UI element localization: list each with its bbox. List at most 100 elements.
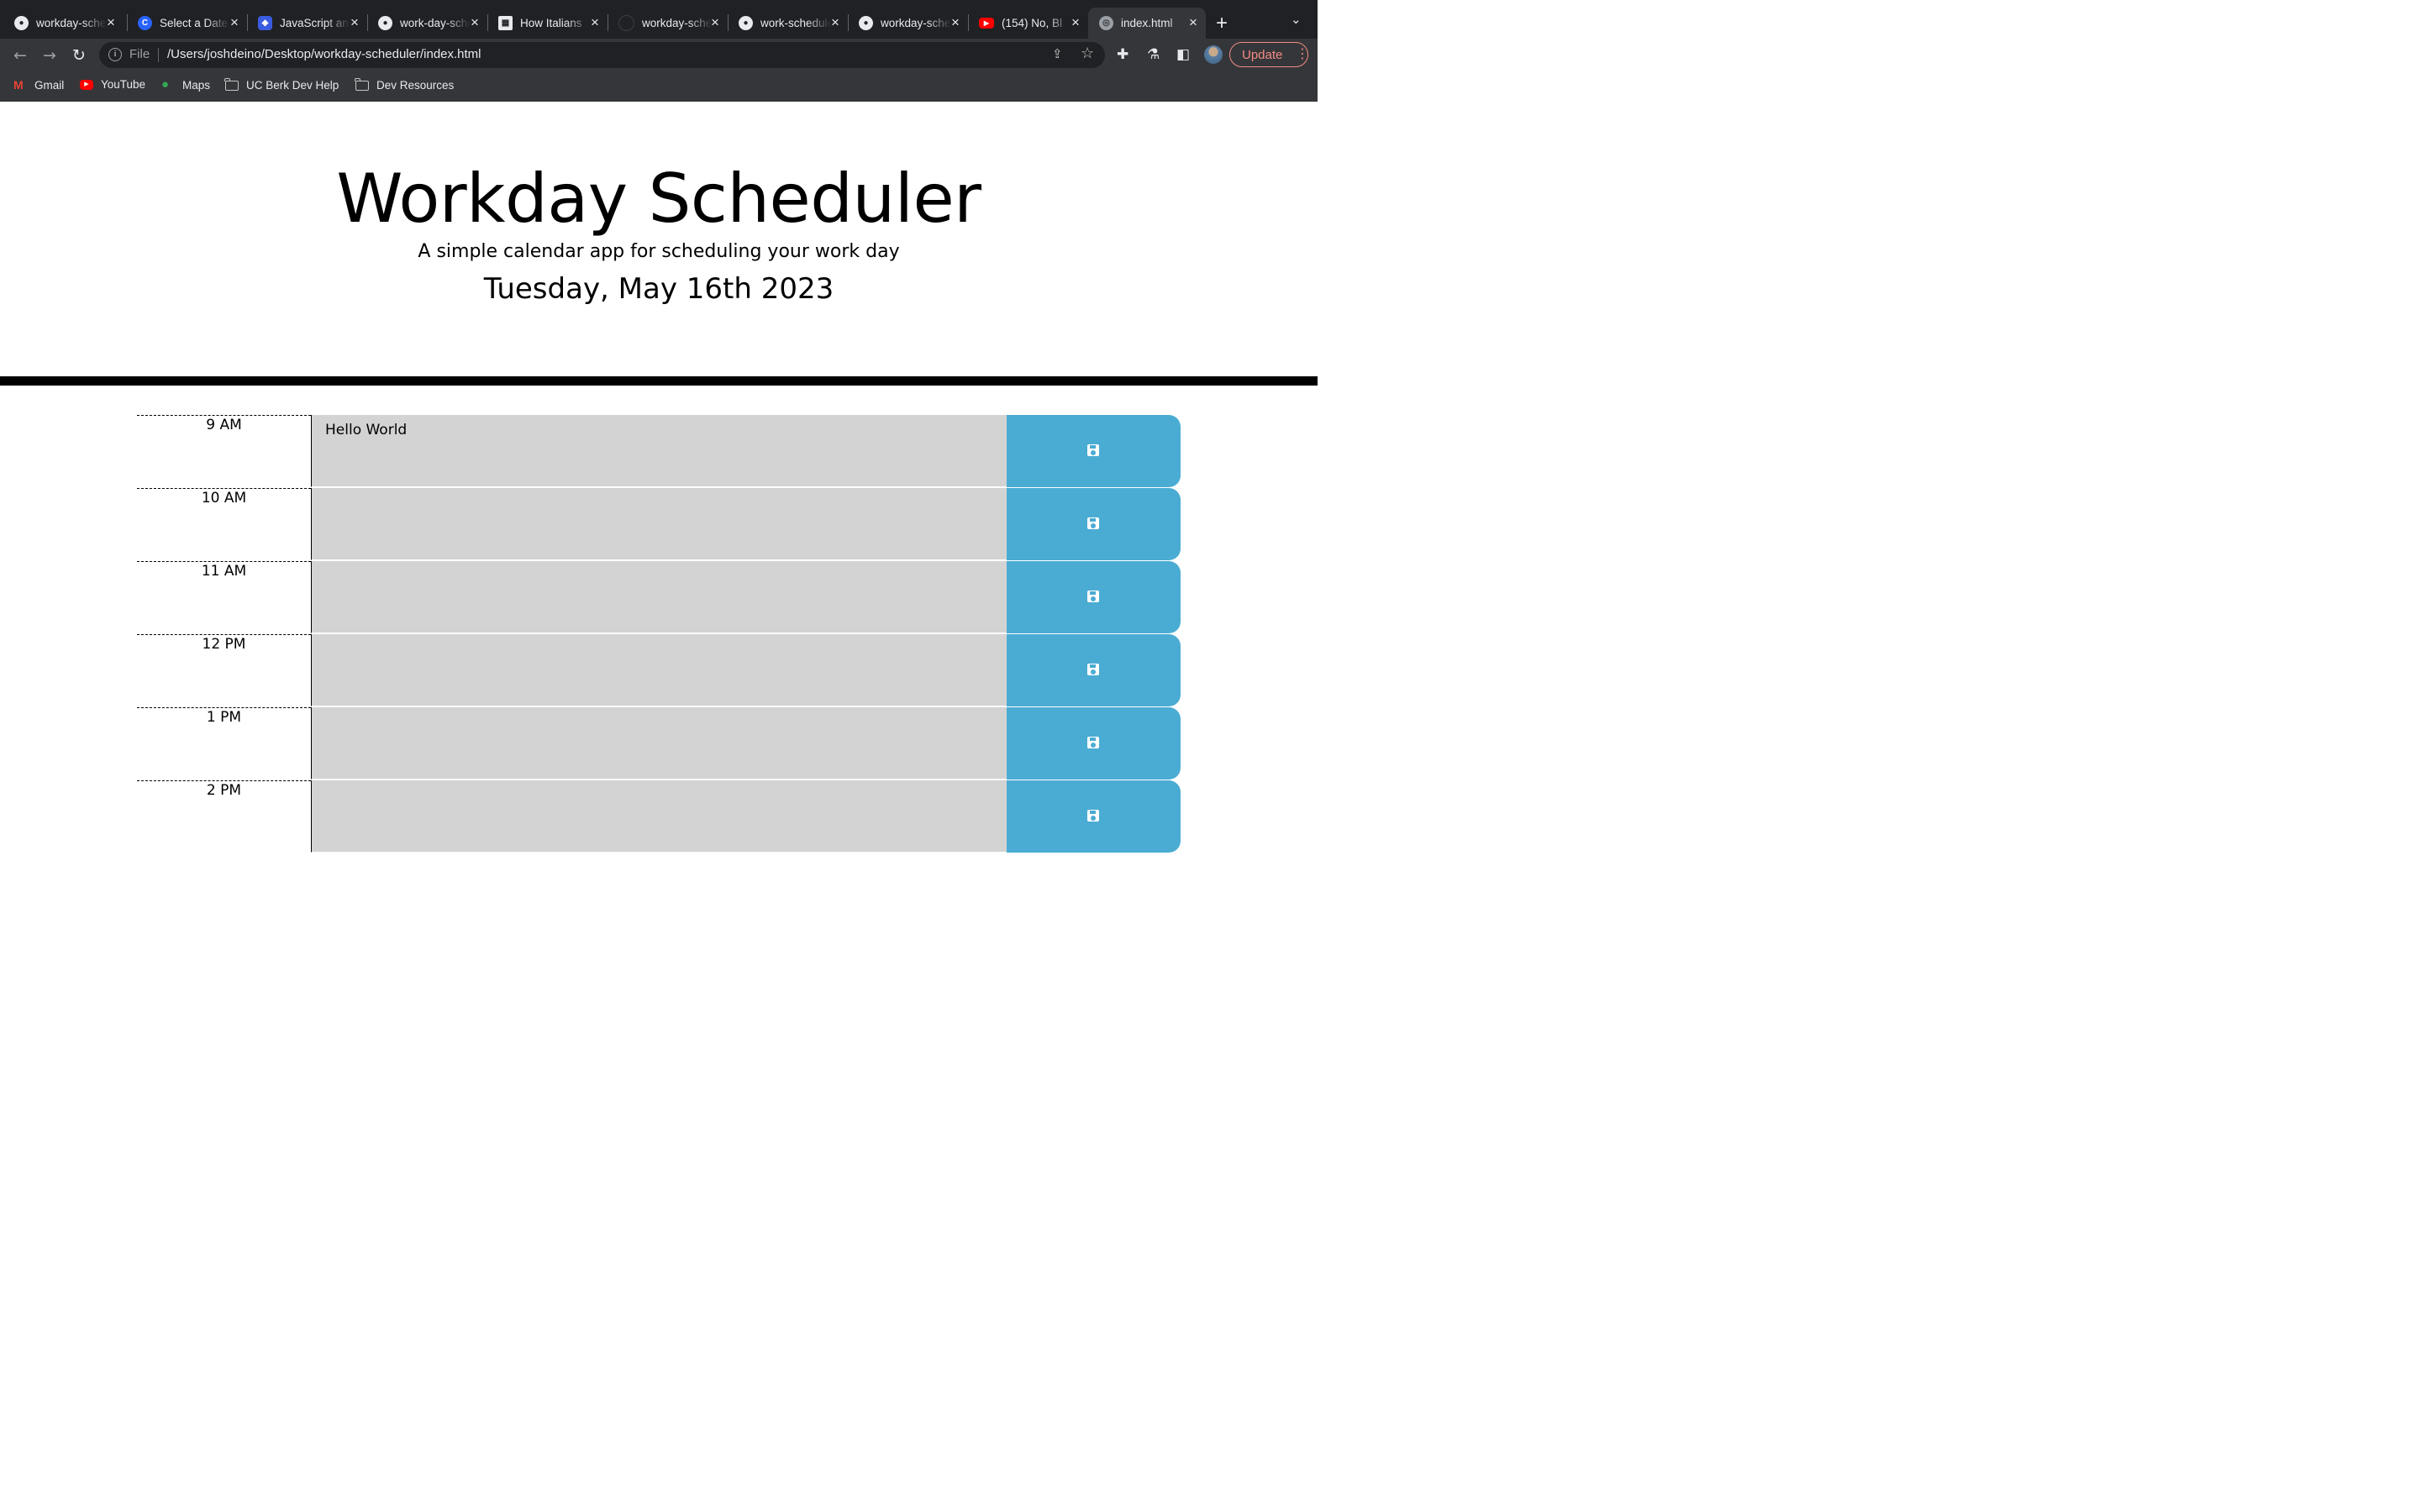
event-textarea[interactable] [311,634,1007,706]
github-icon: ● [859,16,873,30]
close-tab-icon[interactable]: × [587,15,602,30]
tab-title: workday-scheduler [642,17,713,29]
bookmark-folder-dev-resources[interactable]: Dev Resources [355,78,454,92]
bookmark-label: UC Berk Dev Help [246,78,339,92]
browser-tab[interactable]: workday-scheduler × [608,8,728,39]
back-icon[interactable]: ← [9,45,31,66]
globe-icon: ◎ [1099,16,1113,30]
hour-label: 9 AM [137,415,311,487]
folder-icon [224,78,239,92]
extensions-icon[interactable]: ✚ [1117,46,1128,63]
github-icon [618,15,634,31]
bookmark-gmail[interactable]: M Gmail [13,78,64,92]
bookmark-star-icon[interactable]: ☆ [1081,45,1094,62]
browser-tab[interactable]: ▦ How Italians × [487,8,608,39]
time-block: 1 PM [137,707,1181,780]
save-button[interactable] [1007,415,1181,487]
browser-tab-active[interactable]: ◎ index.html × [1088,8,1206,39]
side-panel-icon[interactable]: ◧ [1176,46,1190,63]
update-button[interactable]: Update ⋮ [1229,42,1309,67]
save-button[interactable] [1007,707,1181,780]
save-icon [1087,591,1099,602]
hour-label: 10 AM [137,488,311,560]
tab-title: (154) No, Bl [1002,17,1063,29]
browser-tab[interactable]: ▶ (154) No, Bl × [968,8,1088,39]
time-block: 2 PM [137,780,1181,853]
save-icon [1087,737,1099,748]
tab-title: Select a Date [160,17,229,29]
info-icon[interactable]: i [108,48,122,61]
bookmark-label: Dev Resources [376,78,455,92]
save-icon [1087,517,1099,529]
github-icon: ● [14,16,29,30]
close-tab-icon[interactable]: × [467,15,482,30]
browser-tab[interactable]: ● work-scheduler × [728,8,848,39]
close-tab-icon[interactable]: × [103,15,118,30]
maps-icon: ● [161,77,170,92]
tab-title: work-scheduler [760,17,831,29]
page-subtitle: A simple calendar app for scheduling you… [418,241,900,262]
browser-tab[interactable]: ● workday-scheduler × [848,8,968,39]
youtube-icon: ▶ [979,18,994,29]
save-button[interactable] [1007,488,1181,560]
browser-tab[interactable]: ● work-day-scheduler × [367,8,487,39]
hour-label: 1 PM [137,707,311,780]
event-textarea[interactable] [311,488,1007,560]
close-tab-icon[interactable]: × [828,15,843,30]
page-content: Workday Scheduler A simple calendar app … [0,102,1318,853]
close-tab-icon[interactable]: × [1186,15,1201,30]
tab-title: workday-scheduler [881,17,951,29]
browser-tab[interactable]: ● workday-scheduler × [3,8,124,39]
github-icon: ● [378,16,392,30]
event-textarea[interactable] [311,780,1007,853]
site-icon: ◆ [258,16,272,30]
time-block: 12 PM [137,634,1181,706]
folder-icon [355,78,369,92]
gmail-icon: M [13,78,24,92]
hour-label: 12 PM [137,634,311,706]
more-menu-icon[interactable]: ⋮ [1296,45,1309,61]
github-icon: ● [739,16,753,30]
browser-chrome: ● workday-scheduler × C Select a Date × … [0,0,1318,102]
close-tab-icon[interactable]: × [1068,15,1083,30]
scheme-label: File [129,47,150,61]
save-button[interactable] [1007,561,1181,633]
browser-tab[interactable]: ◆ JavaScript and × [247,8,367,39]
bookmark-label: Maps [182,78,211,92]
update-label: Update [1242,48,1283,62]
chevron-down-icon[interactable]: ⌄ [1291,12,1302,27]
save-icon [1087,810,1099,822]
browser-tab[interactable]: C Select a Date × [127,8,247,39]
tab-strip: ● workday-scheduler × C Select a Date × … [0,0,1318,39]
address-bar[interactable]: i File /Users/joshdeino/Desktop/workday-… [99,42,1105,68]
profile-avatar[interactable] [1204,45,1223,64]
save-button[interactable] [1007,634,1181,706]
bookmark-youtube[interactable]: ▶ YouTube [80,78,145,91]
tab-title: How Italians [520,17,582,29]
close-tab-icon[interactable]: × [227,15,242,30]
url-text[interactable]: /Users/joshdeino/Desktop/workday-schedul… [167,47,481,61]
bookmark-maps[interactable]: ● Maps [161,78,210,92]
save-icon [1087,444,1099,456]
bookmark-label: Gmail [34,78,65,92]
forward-icon[interactable]: → [39,45,60,66]
youtube-icon: ▶ [80,79,93,90]
bookmark-label: YouTube [101,78,146,91]
new-tab-icon[interactable]: + [1216,12,1228,35]
close-tab-icon[interactable]: × [708,15,723,30]
reload-icon[interactable]: ↻ [68,45,90,66]
share-icon[interactable]: ⇪ [1052,46,1063,61]
close-tab-icon[interactable]: × [347,15,362,30]
page-title: Workday Scheduler [336,160,981,238]
address-divider [158,48,159,62]
event-textarea[interactable] [311,707,1007,780]
event-textarea[interactable]: Hello World [311,415,1007,487]
hour-label: 11 AM [137,561,311,633]
bookmark-folder-uc-berk[interactable]: UC Berk Dev Help [224,78,339,92]
save-button[interactable] [1007,780,1181,853]
current-date: Tuesday, May 16th 2023 [483,272,834,306]
labs-flask-icon[interactable]: ⚗ [1147,46,1160,63]
close-tab-icon[interactable]: × [948,15,963,30]
event-textarea[interactable] [311,561,1007,633]
time-block: 10 AM [137,488,1181,560]
